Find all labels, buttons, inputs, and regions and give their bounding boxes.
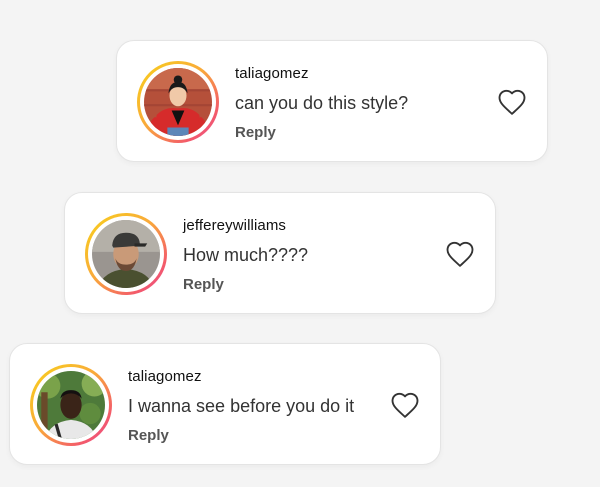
- avatar-cap-man-icon: [92, 220, 160, 288]
- avatar-outdoor-man-icon: [37, 371, 105, 439]
- comment-card: taliagomez I wanna see before you do it …: [9, 343, 441, 465]
- comment-username[interactable]: taliagomez: [128, 368, 202, 385]
- story-ring[interactable]: [30, 364, 112, 446]
- reply-button[interactable]: Reply: [128, 427, 169, 444]
- avatar: [144, 68, 212, 136]
- avatar: [92, 220, 160, 288]
- comment-card: taliagomez can you do this style? Reply: [116, 40, 548, 162]
- heart-icon[interactable]: [445, 240, 475, 268]
- story-ring[interactable]: [85, 213, 167, 295]
- avatar: [37, 371, 105, 439]
- reply-button[interactable]: Reply: [183, 276, 224, 293]
- comment-text: can you do this style?: [235, 93, 409, 113]
- comment-username[interactable]: taliagomez: [235, 65, 309, 82]
- heart-icon[interactable]: [390, 391, 420, 419]
- comment-card: jeffereywilliams How much???? Reply: [64, 192, 496, 314]
- comment-text: I wanna see before you do it: [128, 396, 355, 416]
- reply-button[interactable]: Reply: [235, 124, 276, 141]
- comment-username[interactable]: jeffereywilliams: [183, 217, 286, 234]
- comment-text: How much????: [183, 245, 309, 265]
- avatar-red-jacket-woman-icon: [144, 68, 212, 136]
- story-ring[interactable]: [137, 61, 219, 143]
- heart-icon[interactable]: [497, 88, 527, 116]
